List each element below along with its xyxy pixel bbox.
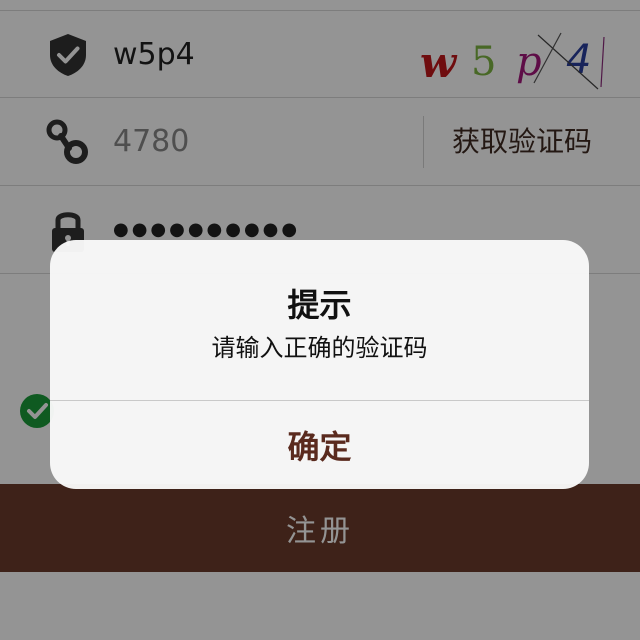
alert-title: 提示 bbox=[287, 286, 352, 324]
alert-dialog: 提示 请输入正确的验证码 确定 bbox=[50, 240, 589, 489]
alert-confirm-button[interactable]: 确定 bbox=[50, 401, 589, 489]
alert-message: 请输入正确的验证码 bbox=[211, 334, 428, 362]
